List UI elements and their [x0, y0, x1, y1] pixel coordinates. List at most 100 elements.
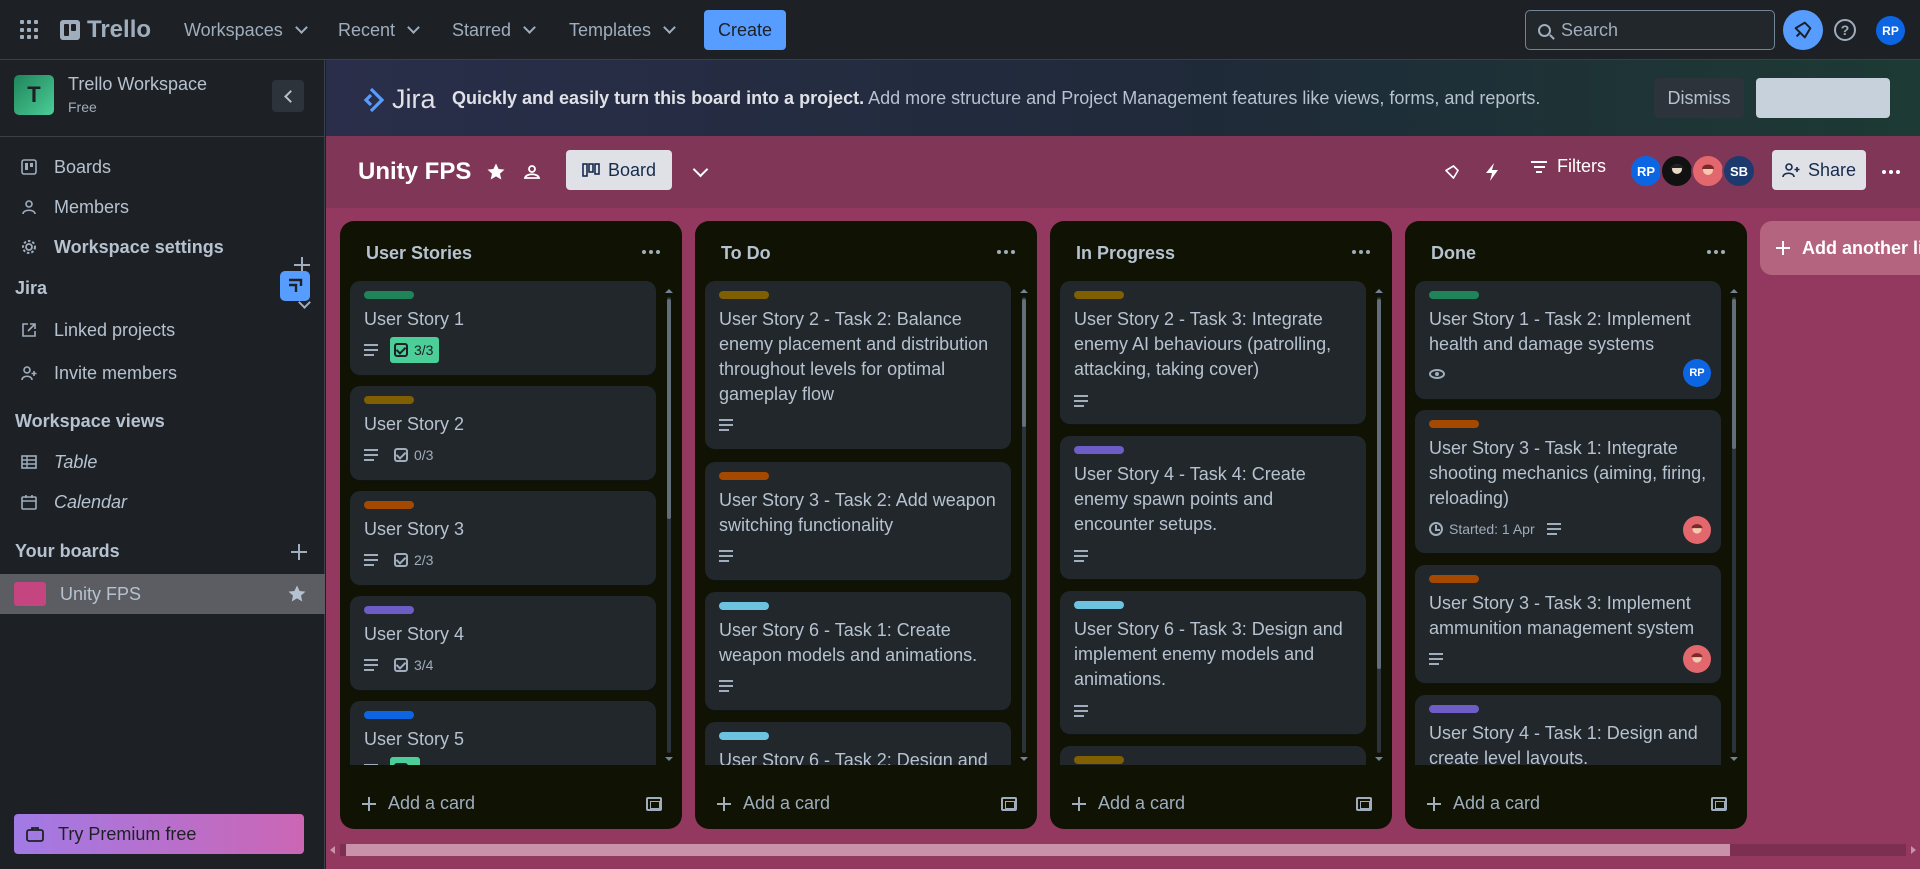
card-label[interactable] — [1074, 756, 1124, 764]
views-dropdown[interactable] — [688, 160, 712, 184]
board-title[interactable]: Unity FPS — [358, 158, 471, 186]
sidebar-item-members[interactable]: Members — [0, 188, 325, 226]
card-label[interactable] — [364, 501, 414, 509]
card-label[interactable] — [719, 732, 769, 740]
card[interactable]: User Story 3 - Task 3: Implement ammunit… — [1415, 565, 1721, 683]
megaphone-icon[interactable] — [1440, 160, 1464, 184]
list-menu-icon[interactable] — [997, 250, 1015, 254]
card-label[interactable] — [1429, 575, 1479, 583]
card-label[interactable] — [364, 291, 414, 299]
workspaces-menu[interactable]: Workspaces — [184, 14, 308, 46]
card[interactable]: User Story 1 3/3 — [350, 281, 656, 375]
visibility-icon[interactable] — [520, 160, 544, 184]
list-title[interactable]: Done — [1431, 243, 1476, 264]
card[interactable]: User Story 3 - Task 1: Integrate shootin… — [1415, 410, 1721, 553]
board-view-button[interactable]: Board — [566, 150, 672, 190]
card-label[interactable] — [1429, 420, 1479, 428]
card-label[interactable] — [364, 606, 414, 614]
account-avatar[interactable]: RP — [1876, 16, 1905, 45]
star-icon[interactable] — [287, 584, 307, 604]
card[interactable]: User Story 3 - Task 2: Add weapon switch… — [705, 462, 1011, 580]
card-label[interactable] — [1074, 601, 1124, 609]
card-label[interactable] — [1429, 705, 1479, 713]
card-template-icon[interactable] — [1001, 797, 1017, 811]
jira-icon[interactable] — [280, 271, 310, 301]
list-menu-icon[interactable] — [1352, 250, 1370, 254]
sidebar-item-invite-members[interactable]: Invite members — [0, 354, 325, 392]
sidebar-item-calendar[interactable]: Calendar — [0, 483, 325, 521]
card-label[interactable] — [1074, 291, 1124, 299]
collapse-sidebar-button[interactable] — [272, 80, 304, 112]
filters-button[interactable]: Filters — [1531, 156, 1606, 177]
trello-logo[interactable]: Trello — [60, 16, 151, 44]
board-menu-icon[interactable] — [1882, 170, 1900, 174]
member-avatar[interactable] — [1660, 154, 1694, 188]
card-label[interactable] — [364, 711, 414, 719]
member-avatar[interactable] — [1691, 154, 1725, 188]
add-board-icon[interactable] — [291, 544, 307, 560]
card-label[interactable] — [1429, 291, 1479, 299]
card-label[interactable] — [719, 291, 769, 299]
card[interactable]: User Story 2 - Task 2: Balance enemy pla… — [705, 281, 1011, 449]
list-title[interactable]: In Progress — [1076, 243, 1175, 264]
add-card-button[interactable]: Add a card — [362, 793, 475, 814]
workspace-header[interactable]: T Trello Workspace Free — [14, 74, 207, 115]
card-template-icon[interactable] — [646, 797, 662, 811]
add-card-button[interactable]: Add a card — [717, 793, 830, 814]
search-box[interactable] — [1525, 10, 1775, 50]
card[interactable]: User Story 4 - Task 1: Design and create… — [1415, 695, 1721, 765]
card[interactable]: User Story 5 — [350, 701, 656, 765]
member-avatar[interactable]: SB — [1722, 154, 1756, 188]
automation-lightning-icon[interactable] — [1480, 160, 1504, 184]
card-template-icon[interactable] — [1711, 797, 1727, 811]
app-switcher-icon[interactable] — [20, 20, 40, 40]
card-label[interactable] — [719, 602, 769, 610]
board-horizontal-scrollbar[interactable] — [326, 838, 1920, 860]
add-another-list-button[interactable]: Add another list — [1760, 221, 1920, 275]
card[interactable]: User Story 6 - Task 2: Design and — [705, 722, 1011, 765]
card-member-avatar[interactable] — [1683, 516, 1711, 544]
sidebar-item-linked-projects[interactable]: Linked projects — [0, 311, 325, 349]
member-avatar[interactable]: RP — [1629, 154, 1663, 188]
create-button[interactable]: Create — [704, 10, 786, 50]
card[interactable] — [1060, 746, 1366, 765]
share-button[interactable]: Share — [1772, 150, 1866, 190]
card[interactable]: User Story 6 - Task 3: Design and implem… — [1060, 591, 1366, 734]
search-input[interactable] — [1561, 19, 1751, 41]
card-label[interactable] — [1074, 446, 1124, 454]
card-member-avatar[interactable]: RP — [1683, 359, 1711, 387]
card[interactable]: User Story 6 - Task 1: Create weapon mod… — [705, 592, 1011, 710]
list-menu-icon[interactable] — [642, 250, 660, 254]
list-title[interactable]: User Stories — [366, 243, 472, 264]
starred-menu[interactable]: Starred — [452, 14, 536, 46]
card-member-avatar[interactable] — [1683, 645, 1711, 673]
list-scrollbar[interactable] — [1374, 289, 1384, 761]
list-scrollbar[interactable] — [1729, 289, 1739, 761]
card[interactable]: User Story 2 - Task 3: Integrate enemy A… — [1060, 281, 1366, 424]
help-icon[interactable]: ? — [1834, 19, 1856, 41]
sidebar-item-boards[interactable]: Boards — [0, 148, 325, 186]
star-icon[interactable] — [484, 160, 508, 184]
card[interactable]: User Story 2 0/3 — [350, 386, 656, 480]
add-card-button[interactable]: Add a card — [1427, 793, 1540, 814]
list-title[interactable]: To Do — [721, 243, 771, 264]
card-template-icon[interactable] — [1356, 797, 1372, 811]
card[interactable]: User Story 4 - Task 4: Create enemy spaw… — [1060, 436, 1366, 579]
card[interactable]: User Story 1 - Task 2: Implement health … — [1415, 281, 1721, 399]
notifications-button[interactable] — [1783, 10, 1823, 50]
templates-menu[interactable]: Templates — [569, 14, 676, 46]
scroll-left-arrow[interactable] — [330, 846, 335, 854]
card[interactable]: User Story 4 3/4 — [350, 596, 656, 690]
recent-menu[interactable]: Recent — [338, 14, 420, 46]
card-label[interactable] — [364, 396, 414, 404]
list-scrollbar[interactable] — [664, 289, 674, 761]
dismiss-button[interactable]: Dismiss — [1654, 78, 1744, 118]
list-scrollbar[interactable] — [1019, 289, 1029, 761]
banner-action-button[interactable] — [1756, 78, 1890, 118]
list-menu-icon[interactable] — [1707, 250, 1725, 254]
sidebar-board-unity-fps[interactable]: Unity FPS — [0, 574, 325, 614]
sidebar-item-table[interactable]: Table — [0, 443, 325, 481]
add-card-button[interactable]: Add a card — [1072, 793, 1185, 814]
card-label[interactable] — [719, 472, 769, 480]
scroll-right-arrow[interactable] — [1911, 846, 1916, 854]
